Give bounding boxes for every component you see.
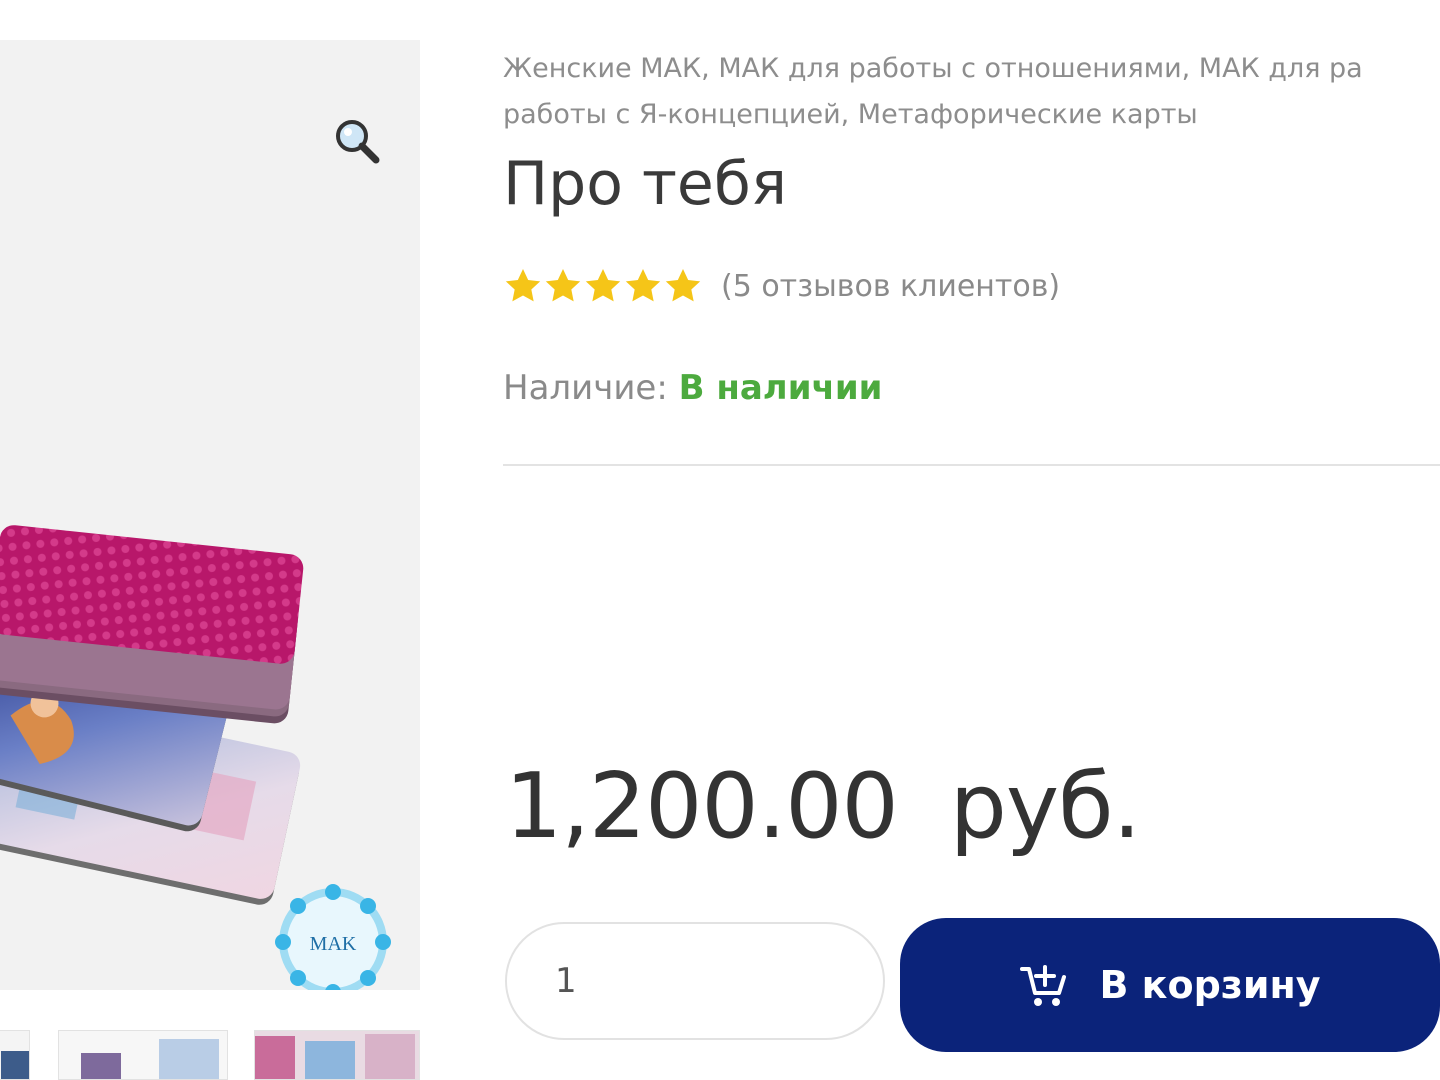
rating-stars: [503, 266, 703, 306]
availability-status: В наличии: [678, 368, 883, 408]
add-to-cart-button[interactable]: В корзину: [900, 918, 1440, 1052]
product-title: Про тебя: [503, 149, 787, 219]
star-icon: [625, 269, 661, 302]
star-icon: [585, 269, 621, 302]
add-to-cart-label: В корзину: [1099, 963, 1321, 1007]
product-image[interactable]: MAK: [0, 40, 420, 990]
thumbnail-strip: [0, 1030, 420, 1080]
thumbnail-1[interactable]: [0, 1030, 30, 1080]
availability-label: Наличие:: [503, 368, 668, 408]
star-icon: [505, 269, 541, 302]
star-icon: [665, 269, 701, 302]
reviews-link[interactable]: (5 отзывов клиентов): [721, 269, 1060, 304]
thumbnail-3[interactable]: [254, 1030, 420, 1080]
thumbnail-2[interactable]: [58, 1030, 228, 1080]
star-icon: [545, 269, 581, 302]
product-gallery: MAK: [0, 40, 420, 990]
availability: Наличие: В наличии: [503, 366, 883, 410]
quantity-input[interactable]: [505, 922, 885, 1040]
cart-add-icon: [1020, 965, 1067, 1006]
price-amount: 1,200.00: [505, 754, 899, 859]
category-links-line-1[interactable]: Женские МАК, МАК для работы с отношениям…: [503, 53, 1363, 84]
category-links-line-2[interactable]: работы с Я-концепцией, Метафорические ка…: [503, 99, 1198, 130]
product-price: 1,200.00 руб.: [505, 752, 1142, 862]
divider: [503, 464, 1440, 466]
product-categories: Женские МАК, МАК для работы с отношениям…: [503, 46, 1440, 138]
svg-text:MAK: MAK: [310, 933, 357, 955]
price-currency: руб.: [949, 754, 1142, 859]
magnifier-icon[interactable]: [332, 116, 382, 166]
product-rating: (5 отзывов клиентов): [503, 264, 1060, 308]
